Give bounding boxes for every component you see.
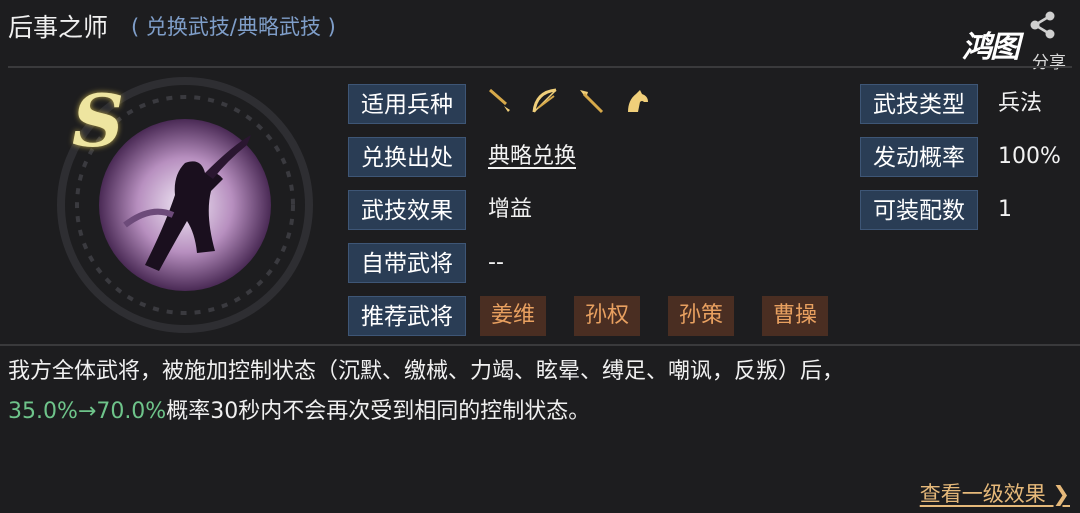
header: 后事之师 ( 兑换武技/典略武技 ) 鸿图 分享 <box>0 0 1080 73</box>
equip-value: 1 <box>998 197 1012 222</box>
description-line-2: 35.0%→70.0%概率30秒内不会再次受到相同的控制状态。 <box>8 392 1068 432</box>
source-link[interactable]: 典略兑换 <box>488 137 576 177</box>
spear-icon <box>576 86 606 116</box>
skill-description: 我方全体武将，被施加控制状态（沉默、缴械、力竭、眩晕、缚足、嘲讽，反叛）后， 3… <box>8 352 1068 432</box>
general-tag-caocao[interactable]: 曹操 <box>762 296 828 336</box>
description-divider <box>0 344 1080 346</box>
type-value: 兵法 <box>998 91 1043 116</box>
rate-value: 100% <box>998 144 1061 169</box>
skill-title: 后事之师 <box>8 13 109 42</box>
description-line-1: 我方全体武将，被施加控制状态（沉默、缴械、力竭、眩晕、缚足、嘲讽，反叛）后， <box>8 359 845 384</box>
recommend-label: 推荐武将 <box>348 296 466 336</box>
grade-badge: S <box>72 78 124 163</box>
description-line-2-text: 概率30秒内不会再次受到相同的控制状态。 <box>166 399 591 424</box>
header-divider <box>8 66 1072 68</box>
own-general-value: -- <box>488 250 504 275</box>
effect-label: 武技效果 <box>348 190 466 230</box>
description-percent: 35.0%→70.0% <box>8 399 167 424</box>
sword-icon <box>484 86 514 116</box>
troop-label: 适用兵种 <box>348 84 466 124</box>
own-general-label: 自带武将 <box>348 243 466 283</box>
general-tag-jiangwei[interactable]: 姜维 <box>480 296 546 336</box>
share-label: 分享 <box>1032 53 1066 73</box>
share-icon <box>1030 11 1055 39</box>
share-button[interactable]: 分享 <box>960 8 1070 73</box>
skill-subtitle: ( 兑换武技/典略武技 ) <box>131 15 336 39</box>
view-level-1-effect-link[interactable]: 查看一级效果 ❯ <box>920 478 1070 508</box>
general-tag-sunce[interactable]: 孙策 <box>668 296 734 336</box>
source-label: 兑换出处 <box>348 137 466 177</box>
horse-icon <box>622 86 652 116</box>
general-tag-sunquan[interactable]: 孙权 <box>574 296 640 336</box>
type-label: 武技类型 <box>860 84 978 124</box>
equip-label: 可装配数 <box>860 190 978 230</box>
bow-icon <box>530 86 560 116</box>
rate-label: 发动概率 <box>860 137 978 177</box>
effect-value: 增益 <box>488 197 533 222</box>
troop-icons <box>484 86 652 122</box>
